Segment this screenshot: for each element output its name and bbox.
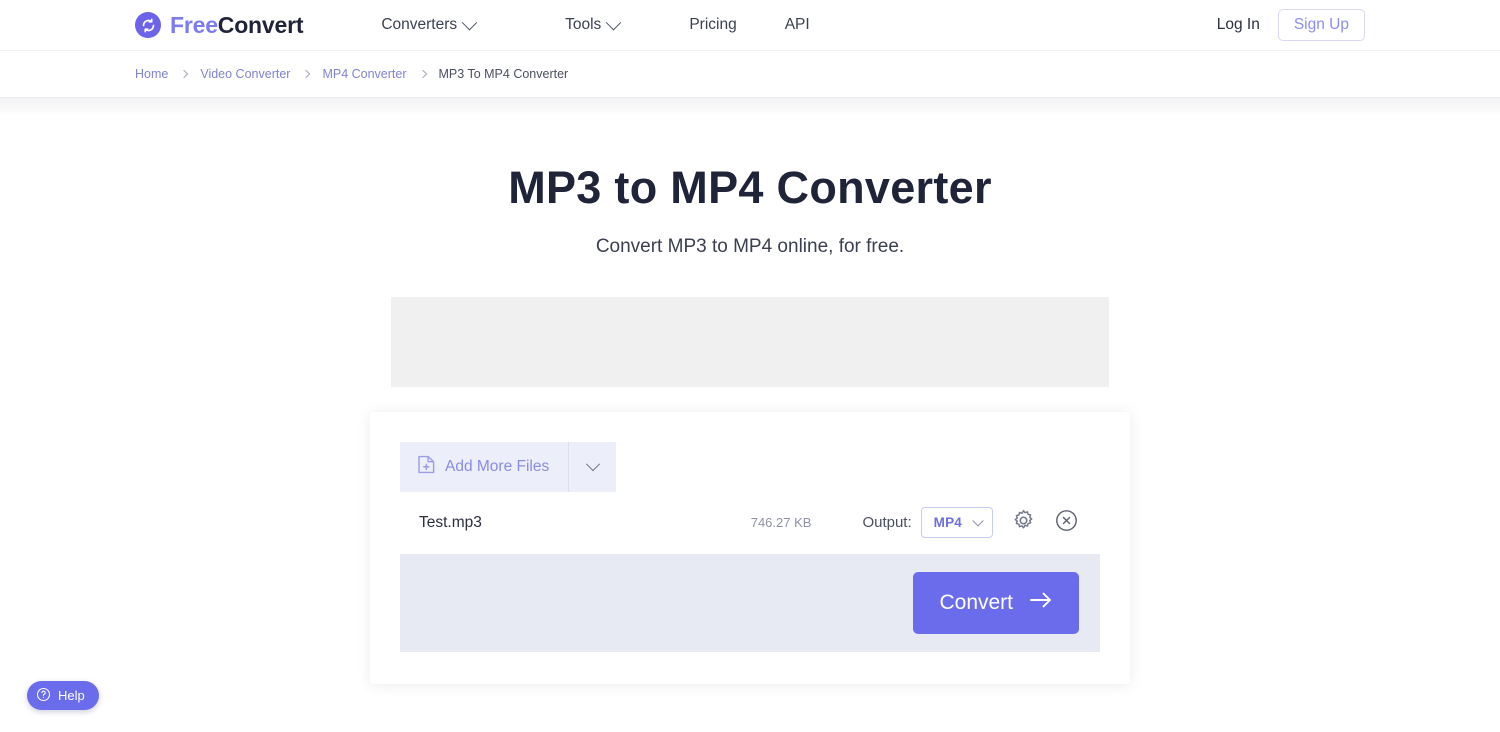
gear-icon (1011, 508, 1036, 538)
page-subtitle: Convert MP3 to MP4 online, for free. (595, 235, 905, 257)
nav-item-converters[interactable]: Converters (381, 14, 499, 34)
nav-item-pricing[interactable]: Pricing (665, 16, 760, 34)
breadcrumb: Home Video Converter MP4 Converter MP3 T… (0, 50, 1500, 97)
file-size: 746.27 KB (750, 515, 812, 531)
logo-text: FreeConvert (170, 11, 304, 39)
breadcrumb-list: Home Video Converter MP4 Converter MP3 T… (135, 67, 568, 81)
nav-label-converters: Converters (381, 16, 458, 33)
breadcrumb-item-video-converter[interactable]: Video Converter (200, 67, 290, 81)
file-name: Test.mp3 (419, 513, 482, 531)
breadcrumb-item-current: MP3 To MP4 Converter (438, 67, 569, 81)
add-files-dropdown-button[interactable] (568, 441, 616, 492)
help-button[interactable]: Help (27, 681, 99, 710)
output-format-value: MP4 (933, 515, 962, 531)
close-circle-icon (1054, 508, 1079, 538)
chevron-down-icon (461, 14, 478, 30)
logo-text-convert: Convert (217, 11, 304, 38)
converter-card: Add More Files Test.mp3 746.27 KB Output… (370, 411, 1130, 684)
chevron-right-icon (418, 69, 427, 79)
remove-file-button[interactable] (1054, 508, 1079, 538)
add-files-bar: Add More Files (400, 441, 617, 492)
chevron-down-icon (606, 14, 622, 30)
chevron-right-icon (180, 69, 189, 79)
question-circle-icon (36, 687, 51, 705)
nav-label-tools: Tools (565, 16, 602, 33)
refresh-circle-icon (135, 12, 161, 38)
header-actions: Log In Sign Up (1217, 9, 1365, 41)
help-label: Help (58, 688, 85, 703)
signup-button[interactable]: Sign Up (1277, 9, 1365, 41)
convert-button[interactable]: Convert (913, 571, 1079, 634)
ad-placeholder (391, 296, 1109, 387)
arrow-right-icon (1029, 591, 1053, 615)
add-more-files-label: Add More Files (445, 457, 550, 475)
file-plus-icon (418, 455, 435, 479)
add-more-files-button[interactable]: Add More Files (400, 442, 568, 492)
convert-button-label: Convert (939, 590, 1013, 614)
chevron-down-icon (972, 514, 984, 527)
site-header: FreeConvert Converters Tools Pricing API… (0, 0, 1500, 50)
breadcrumb-item-mp4-converter[interactable]: MP4 Converter (322, 67, 406, 81)
logo[interactable]: FreeConvert (135, 11, 304, 39)
file-row: Test.mp3 746.27 KB Output: MP4 (400, 491, 1100, 554)
output-format-select[interactable]: MP4 (920, 507, 993, 539)
page-title: MP3 to MP4 Converter (508, 162, 992, 213)
logo-text-free: Free (170, 11, 218, 38)
converter-footer: Convert (400, 553, 1100, 652)
main-navigation: Converters Tools Pricing API (381, 14, 834, 34)
nav-item-tools[interactable]: Tools (541, 14, 643, 34)
page-root: FreeConvert Converters Tools Pricing API… (0, 0, 1500, 732)
section-divider (0, 97, 1500, 116)
login-link[interactable]: Log In (1217, 16, 1260, 34)
breadcrumb-item-home[interactable]: Home (135, 67, 168, 81)
chevron-down-icon (585, 456, 600, 471)
nav-label-api: API (784, 16, 810, 33)
settings-button[interactable] (1011, 508, 1036, 538)
nav-item-api[interactable]: API (761, 16, 834, 34)
output-label: Output: (862, 514, 912, 532)
chevron-right-icon (302, 69, 311, 79)
nav-label-pricing: Pricing (689, 16, 737, 33)
converter-panel: Add More Files Test.mp3 746.27 KB Output… (400, 441, 1100, 652)
hero-section: MP3 to MP4 Converter Convert MP3 to MP4 … (0, 116, 1500, 258)
